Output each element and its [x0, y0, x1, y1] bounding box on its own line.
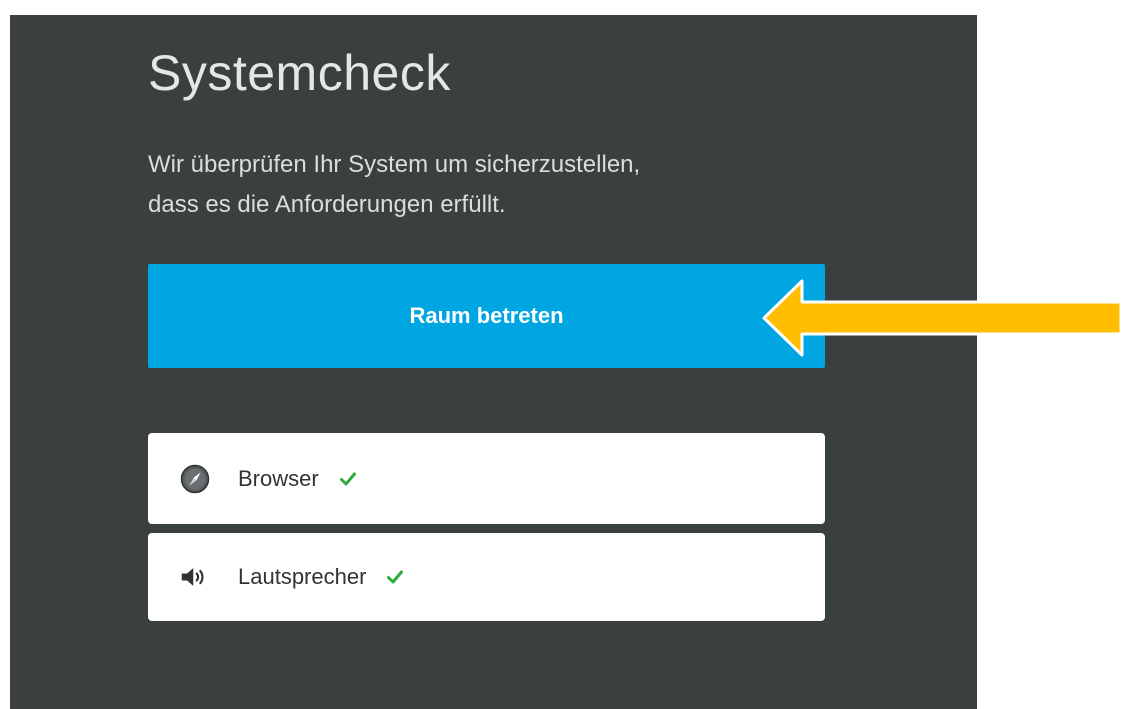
checkmark-icon	[339, 470, 357, 488]
subtitle-line-1: Wir überprüfen Ihr System um sicherzuste…	[148, 151, 641, 178]
compass-icon	[180, 464, 210, 494]
check-label-browser: Browser	[238, 465, 319, 491]
checkmark-icon	[386, 568, 404, 586]
check-item-browser: Browser	[148, 433, 825, 524]
enter-room-button[interactable]: Raum betreten	[148, 264, 825, 368]
check-label-speaker: Lautsprecher	[238, 564, 367, 589]
subtitle-line-2: dass es die Anforderungen erfüllt.	[148, 191, 506, 218]
speaker-icon	[180, 562, 210, 592]
page-title: Systemcheck	[148, 45, 451, 101]
arrow-annotation-icon	[760, 278, 1121, 363]
page-subtitle: Wir überprüfen Ihr System um sicherzuste…	[148, 145, 848, 225]
check-item-speaker: Lautsprecher	[148, 533, 825, 621]
